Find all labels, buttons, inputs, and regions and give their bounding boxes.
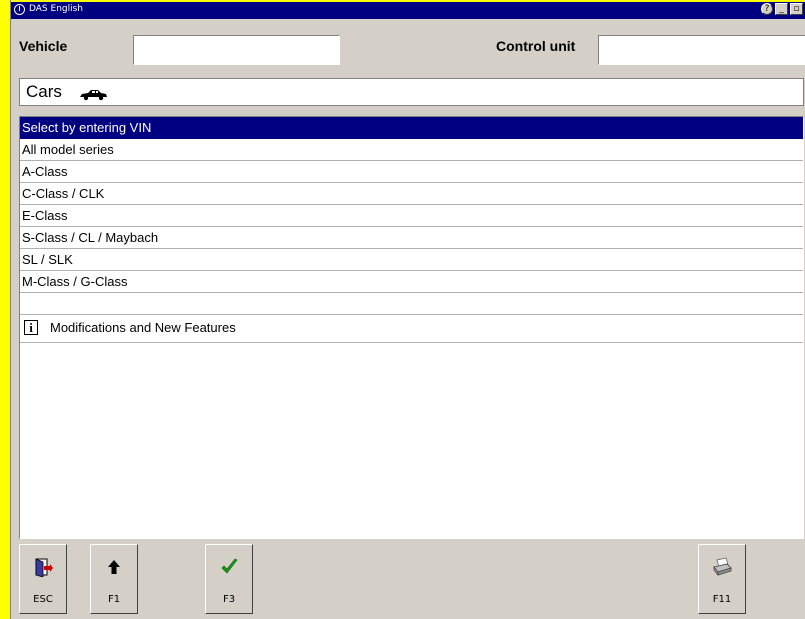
vehicle-label: Vehicle [19,38,68,54]
list-item-sl-slk[interactable]: SL / SLK [20,249,803,271]
list-item-modifications-label: Modifications and New Features [50,320,236,335]
left-margin [0,0,10,619]
list-item-m-class[interactable]: M-Class / G-Class [20,271,803,293]
control-unit-field[interactable] [598,35,805,65]
control-unit-label: Control unit [496,38,576,54]
list-item-modifications[interactable]: i Modifications and New Features [20,315,803,343]
app-window: DAS English ? _ ▫ Vehicle Control unit C… [10,0,805,619]
printer-icon [713,557,732,577]
list-item-empty [20,293,803,315]
esc-button[interactable]: ESC [19,544,67,614]
checkmark-icon [221,558,238,574]
esc-button-label: ESC [33,594,53,605]
function-key-toolbar: ESC F1 F3 F11 [11,540,805,619]
mercedes-star-icon [14,4,25,15]
title-bar: DAS English ? _ ▫ [11,0,805,19]
maximize-button[interactable]: ▫ [790,3,803,15]
f1-button[interactable]: F1 [90,544,138,614]
minimize-button[interactable]: _ [775,3,788,15]
info-icon: i [24,320,38,335]
model-series-list: Select by entering VIN All model series … [19,116,804,539]
list-item-all-model-series[interactable]: All model series [20,139,803,161]
f11-button[interactable]: F11 [698,544,746,614]
f3-button[interactable]: F3 [205,544,253,614]
help-icon[interactable]: ? [761,3,773,15]
arrow-up-icon [108,560,120,574]
list-item-select-by-vin[interactable]: Select by entering VIN [20,117,803,139]
list-item-s-class[interactable]: S-Class / CL / Maybach [20,227,803,249]
exit-door-icon [35,558,53,577]
vehicle-field[interactable] [133,35,340,65]
list-item-a-class[interactable]: A-Class [20,161,803,183]
f11-button-label: F11 [712,594,732,605]
f3-button-label: F3 [222,594,236,605]
window-title: DAS English [29,4,83,14]
list-item-c-class[interactable]: C-Class / CLK [20,183,803,205]
window-controls: ? _ ▫ [761,3,803,16]
f1-button-label: F1 [107,594,121,605]
list-item-e-class[interactable]: E-Class [20,205,803,227]
category-label: Cars [26,82,62,101]
car-icon [80,90,107,101]
category-box: Cars [19,78,804,106]
